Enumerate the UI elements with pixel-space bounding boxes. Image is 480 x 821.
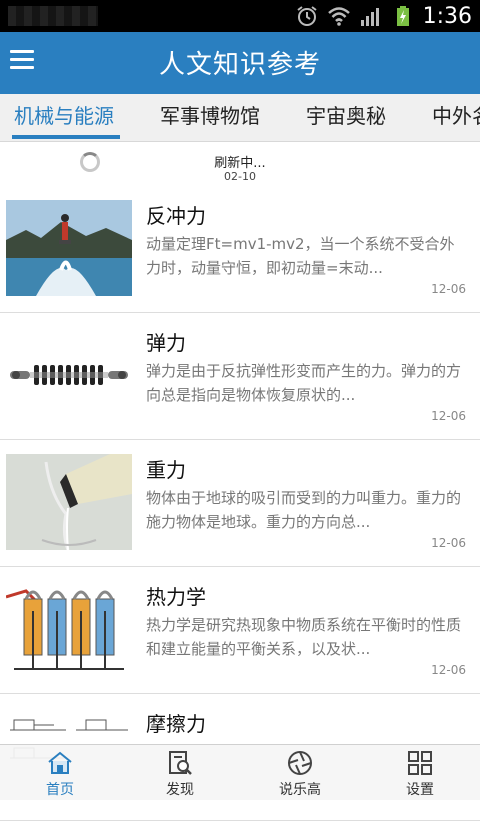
- list-item[interactable]: 热力学 热力学是研究热现象中物质系统在平衡时的性质和建立能量的平衡关系，以及状.…: [0, 567, 480, 694]
- article-summary: 热力学是研究热现象中物质系统在平衡时的性质和建立能量的平衡关系，以及状...: [146, 616, 462, 658]
- nav-lego[interactable]: 说乐高: [240, 745, 360, 801]
- list-item[interactable]: 反冲力 动量定理Ft=mv1-mv2，当一个系统不受合外力时，动量守恒，即初动量…: [0, 186, 480, 313]
- article-summary: 物体由于地球的吸引而受到的力叫重力。重力的施力物体是地球。重力的方向总...: [146, 489, 462, 531]
- article-title: 弹力: [146, 331, 186, 355]
- status-time: 1:36: [422, 3, 472, 29]
- battery-charging-icon: [396, 6, 409, 26]
- article-date: 12-06: [431, 536, 466, 550]
- article-date: 12-06: [431, 282, 466, 296]
- app-bar: 人文知识参考: [0, 32, 480, 94]
- nav-label: 说乐高: [279, 782, 321, 798]
- article-thumbnail-pouring-bottle: [6, 454, 132, 550]
- bottom-navigation: 首页 发现 说乐高 设置: [0, 744, 480, 800]
- list-item[interactable]: 重力 物体由于地球的吸引而受到的力叫重力。重力的施力物体是地球。重力的方向总..…: [0, 440, 480, 567]
- loading-spinner-icon: [80, 152, 100, 172]
- article-thumbnail-thermo-diagram: [6, 581, 132, 677]
- article-title: 重力: [146, 458, 186, 482]
- refresh-label: 刷新中...: [214, 156, 266, 171]
- article-summary: 动量定理Ft=mv1-mv2，当一个系统不受合外力时，动量守恒，即初动量=末动.…: [146, 235, 455, 277]
- app-title: 人文知识参考: [158, 50, 321, 80]
- tab-universe-mysteries[interactable]: 宇宙奥秘: [306, 94, 386, 141]
- wifi-icon: [327, 7, 350, 26]
- signal-icon: [360, 8, 379, 26]
- discover-icon: [169, 751, 192, 775]
- list-item[interactable]: 弹力 弹力是由于反抗弹性形变而产生的力。弹力的方向总是指向是物体恢复原状的...…: [0, 313, 480, 440]
- article-date: 12-06: [431, 663, 466, 677]
- article-thumbnail-spring: [6, 327, 132, 423]
- nav-label: 设置: [406, 782, 434, 798]
- home-icon: [48, 751, 72, 774]
- article-thumbnail-flyboard: [6, 200, 132, 296]
- status-icons: 1:36: [295, 0, 472, 32]
- notification-icons: [8, 6, 98, 26]
- article-title: 热力学: [146, 585, 206, 609]
- article-date: 12-06: [431, 409, 466, 423]
- pull-refresh-header: 刷新中... 02-10: [0, 142, 480, 190]
- nav-settings[interactable]: 设置: [360, 745, 480, 801]
- refresh-date: 02-10: [224, 170, 256, 183]
- nav-discover[interactable]: 发现: [120, 745, 240, 801]
- status-bar: 1:36: [0, 0, 480, 32]
- active-tab-indicator: [12, 135, 120, 139]
- article-title: 反冲力: [146, 204, 206, 228]
- nav-home[interactable]: 首页: [0, 745, 120, 801]
- tab-military-museum[interactable]: 军事博物馆: [160, 94, 260, 141]
- grid-icon: [408, 751, 432, 775]
- aperture-icon: [288, 751, 312, 775]
- article-summary: 弹力是由于反抗弹性形变而产生的力。弹力的方向总是指向是物体恢复原状的...: [146, 362, 462, 404]
- tab-chinese-foreign[interactable]: 中外名: [432, 94, 480, 141]
- article-title: 摩擦力: [146, 712, 206, 736]
- alarm-icon: [296, 6, 317, 26]
- nav-label: 发现: [166, 782, 194, 798]
- nav-label: 首页: [46, 782, 74, 798]
